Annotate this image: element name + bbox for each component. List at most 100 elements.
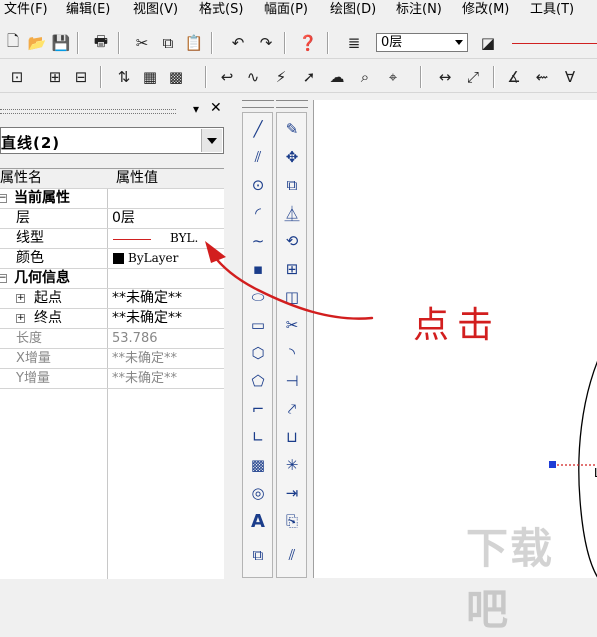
- fill-icon[interactable]: ◎: [246, 481, 270, 505]
- dim-arrow-icon[interactable]: ⇜: [531, 66, 553, 88]
- property-row-y-increment[interactable]: Y增量 **未确定**: [0, 369, 224, 389]
- rotate-icon[interactable]: ⟲: [280, 229, 304, 253]
- menu-format[interactable]: 格式(S): [199, 0, 243, 22]
- paste-icon[interactable]: 📋: [183, 32, 205, 54]
- toolbar-grip[interactable]: [242, 100, 274, 108]
- trim-icon[interactable]: ✂: [280, 313, 304, 337]
- chamfer-line-icon[interactable]: ∟: [246, 425, 270, 449]
- spline-icon[interactable]: ∼: [246, 229, 270, 253]
- format-painter-icon[interactable]: ⎘: [280, 509, 304, 533]
- point-icon[interactable]: ▪: [246, 257, 270, 281]
- explode-icon[interactable]: ✳: [280, 453, 304, 477]
- menu-sheet[interactable]: 幅面(P): [264, 0, 308, 22]
- expand-icon[interactable]: +: [16, 294, 25, 303]
- rectangle-icon[interactable]: ▭: [246, 313, 270, 337]
- linetype-preview[interactable]: [512, 43, 597, 44]
- sort-icon[interactable]: ⇅: [113, 66, 135, 88]
- group-current-properties[interactable]: − 当前属性: [0, 189, 224, 209]
- layer-manager-icon[interactable]: ≣: [343, 32, 365, 54]
- menu-modify[interactable]: 修改(M): [462, 0, 509, 22]
- toolbar-grip[interactable]: [276, 100, 308, 108]
- redo-icon[interactable]: ↷: [255, 32, 277, 54]
- mirror-icon[interactable]: ⏅: [280, 201, 304, 225]
- polygon-icon[interactable]: ⬡: [246, 341, 270, 365]
- extend-icon[interactable]: ⊣: [280, 369, 304, 393]
- pin-icon[interactable]: ▾: [193, 102, 199, 116]
- wave-icon[interactable]: ∿: [242, 66, 264, 88]
- open-folder-icon[interactable]: 📂: [26, 32, 48, 54]
- ellipse-icon[interactable]: ⬭: [246, 285, 270, 309]
- new-file-icon[interactable]: 🗋: [2, 32, 24, 54]
- scale-icon[interactable]: ◫: [280, 285, 304, 309]
- property-row-length[interactable]: 长度 53.786: [0, 329, 224, 349]
- move-icon[interactable]: ✥: [280, 145, 304, 169]
- menu-dimension[interactable]: 标注(N): [396, 0, 442, 22]
- linetype-icon[interactable]: ◪: [477, 32, 499, 54]
- print-icon[interactable]: 🖶: [90, 32, 112, 54]
- table-icon[interactable]: ▦: [139, 66, 161, 88]
- property-row-start[interactable]: + 起点 **未确定**: [0, 289, 224, 309]
- block-icon[interactable]: ⧉: [246, 543, 270, 567]
- cloud-icon[interactable]: ☁: [326, 66, 348, 88]
- fillet-icon[interactable]: ◝: [280, 341, 304, 365]
- property-row-linetype[interactable]: 线型 BYL.: [0, 229, 224, 249]
- help-icon[interactable]: ❓: [297, 32, 319, 54]
- menu-draw[interactable]: 绘图(D): [330, 0, 376, 22]
- property-row-color[interactable]: 颜色 ByLayer: [0, 249, 224, 269]
- save-icon[interactable]: 💾: [50, 32, 72, 54]
- modify-toolbar: ✎ ✥ ⧉ ⏅ ⟲ ⊞ ◫ ✂ ◝ ⊣ ⤤ ⊔ ✳ ⇥ ⎘ ⫽: [276, 112, 307, 578]
- text-icon[interactable]: A: [246, 509, 270, 533]
- layer-dropdown[interactable]: 0层: [376, 33, 468, 52]
- stretch-icon[interactable]: ⊔: [280, 425, 304, 449]
- zoom-window-icon[interactable]: ⊡: [6, 66, 28, 88]
- arrow-icon[interactable]: ➚: [298, 66, 320, 88]
- grid-edit-icon[interactable]: ▩: [165, 66, 187, 88]
- expand-icon[interactable]: +: [16, 314, 25, 323]
- collapse-icon[interactable]: −: [0, 194, 7, 203]
- dim-angle-icon[interactable]: ∡: [503, 66, 525, 88]
- menu-edit[interactable]: 编辑(E): [66, 0, 110, 22]
- panel-grip[interactable]: [0, 109, 176, 114]
- centerline-icon[interactable]: ⌐: [246, 397, 270, 421]
- array-icon[interactable]: ⊞: [280, 257, 304, 281]
- object-type-dropdown[interactable]: 直线(2): [0, 127, 224, 154]
- copy-icon[interactable]: ⧉: [157, 32, 179, 54]
- parallel-line-icon[interactable]: ⫽: [246, 145, 270, 169]
- line-icon[interactable]: ╱: [246, 117, 270, 141]
- property-row-end[interactable]: + 终点 **未确定**: [0, 309, 224, 329]
- property-row-x-increment[interactable]: X增量 **未确定**: [0, 349, 224, 369]
- property-row-layer[interactable]: 层 0层: [0, 209, 224, 229]
- polyline-icon[interactable]: ⬠: [246, 369, 270, 393]
- align-right-icon[interactable]: ⇥: [280, 481, 304, 505]
- chevron-down-icon: [455, 40, 463, 45]
- panel-titlebar[interactable]: ▾ ✕: [0, 100, 228, 120]
- undo-icon[interactable]: ↶: [227, 32, 249, 54]
- circle-icon[interactable]: ⊙: [246, 173, 270, 197]
- copy-select-icon[interactable]: ⧉: [280, 173, 304, 197]
- dim-linear-icon[interactable]: ↔: [434, 66, 456, 88]
- menu-view[interactable]: 视图(V): [133, 0, 178, 22]
- dropdown-button[interactable]: [201, 129, 222, 152]
- target-icon[interactable]: ⌖: [382, 66, 404, 88]
- zoom-text-icon[interactable]: ⊟: [70, 66, 92, 88]
- layer-switch-icon[interactable]: ⫽: [280, 543, 304, 567]
- dim-aligned-icon[interactable]: ⤢: [462, 66, 484, 88]
- eraser-icon[interactable]: ✎: [280, 117, 304, 141]
- group-geometry[interactable]: − 几何信息: [0, 269, 224, 289]
- hatch-icon[interactable]: ▩: [246, 453, 270, 477]
- cut-icon[interactable]: ✂: [131, 32, 153, 54]
- object-type-value: 直线(2): [1, 134, 61, 152]
- hook-icon[interactable]: ↩: [216, 66, 238, 88]
- menu-tools[interactable]: 工具(T): [530, 0, 574, 22]
- close-icon[interactable]: ✕: [210, 100, 222, 116]
- zoom-extents-icon[interactable]: ⊞: [44, 66, 66, 88]
- collapse-icon[interactable]: −: [0, 274, 7, 283]
- zigzag-icon[interactable]: ⚡: [270, 66, 292, 88]
- arc-icon[interactable]: ◜: [246, 201, 270, 225]
- dim-radius-icon[interactable]: ∀: [559, 66, 581, 88]
- property-value: **未确定**: [112, 310, 182, 326]
- standard-toolbar: 🗋 📂 💾 🖶 ✂ ⧉ 📋 ↶ ↷ ❓ ≣ 0层 ◪: [0, 28, 597, 59]
- menu-file[interactable]: 文件(F): [4, 0, 48, 22]
- break-icon[interactable]: ⤤: [280, 397, 304, 421]
- search-icon[interactable]: ⌕: [354, 66, 376, 88]
